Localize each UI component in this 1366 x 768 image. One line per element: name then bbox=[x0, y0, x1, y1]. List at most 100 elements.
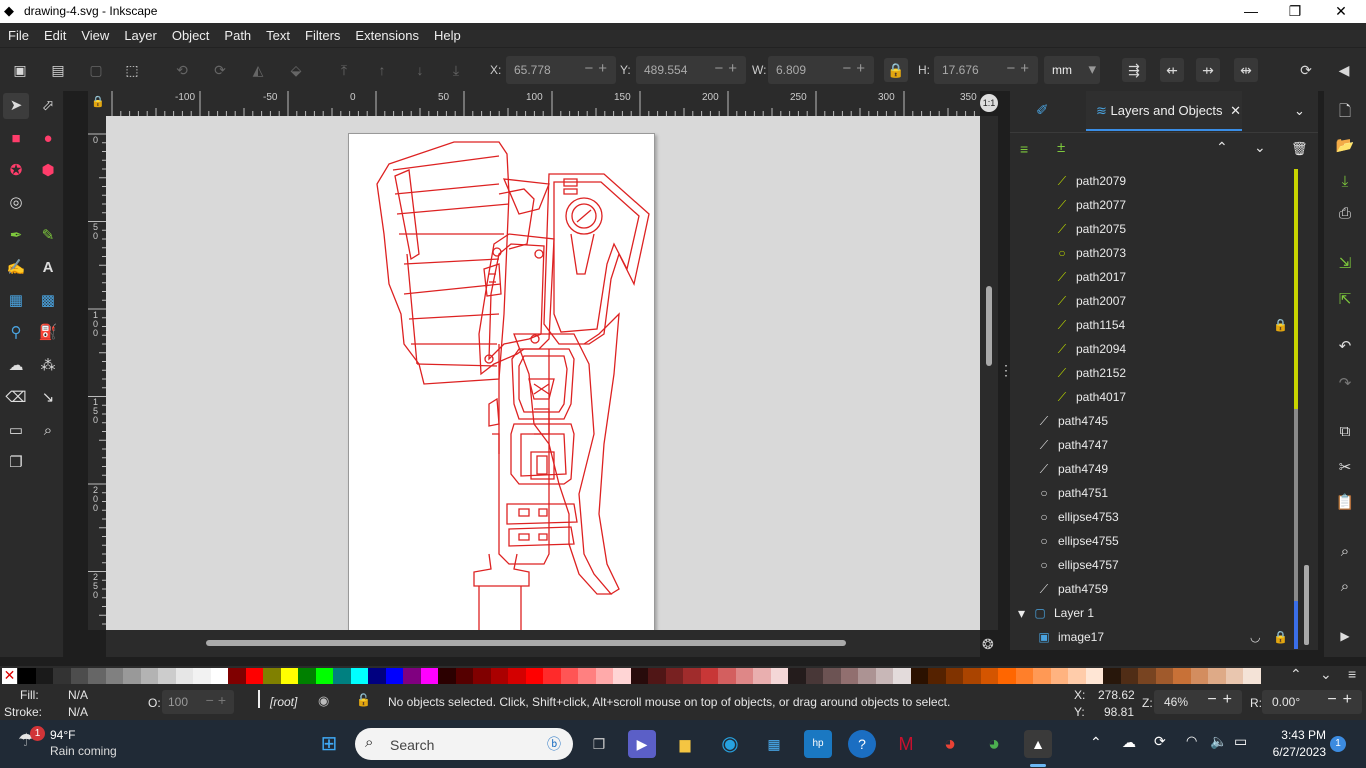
color-swatch[interactable] bbox=[228, 668, 246, 684]
print-icon[interactable]: ⎙ bbox=[1332, 201, 1358, 227]
color-swatch[interactable] bbox=[1138, 668, 1156, 684]
y-stepper-icon[interactable]: −+ bbox=[714, 60, 742, 77]
add-layer-icon[interactable]: ≡ bbox=[1020, 141, 1028, 157]
w-value[interactable]: 6.809 bbox=[776, 63, 806, 77]
color-swatch[interactable] bbox=[88, 668, 106, 684]
opacity-value[interactable]: 100 bbox=[168, 695, 188, 709]
color-swatch[interactable] bbox=[963, 668, 981, 684]
color-swatch[interactable] bbox=[280, 668, 298, 684]
layer-row[interactable]: ⟋ path4017 bbox=[1010, 385, 1306, 409]
horizontal-scrollbar[interactable]: ❂ bbox=[106, 630, 994, 657]
color-swatch[interactable] bbox=[105, 668, 123, 684]
flip-vertical-icon[interactable]: ⬙ bbox=[284, 58, 308, 82]
layer-row[interactable]: ⟋ path2017 bbox=[1010, 265, 1306, 289]
calligraphy-tool-icon[interactable]: ✍ bbox=[3, 255, 29, 281]
menu-edit[interactable]: Edit bbox=[36, 23, 73, 43]
pen-tool-icon[interactable]: ✒ bbox=[3, 223, 29, 249]
color-swatch[interactable] bbox=[1155, 668, 1173, 684]
layer-lock-icon[interactable]: 🔓 bbox=[356, 693, 371, 707]
zoom-tool-icon[interactable]: ⌕ bbox=[35, 418, 61, 444]
selector-tool-icon[interactable]: ➤ bbox=[3, 93, 29, 119]
color-swatch[interactable] bbox=[35, 668, 53, 684]
color-swatch[interactable] bbox=[315, 668, 333, 684]
color-swatch[interactable] bbox=[700, 668, 718, 684]
file-explorer-icon[interactable]: ▆ bbox=[671, 730, 699, 758]
layer-row[interactable]: ▾ ▢ Layer 1 bbox=[1010, 601, 1306, 625]
node-tool-icon[interactable]: ⬀ bbox=[35, 93, 61, 119]
unit-select[interactable]: mm ▾ bbox=[1044, 56, 1100, 84]
search-box[interactable]: ⌕ Search ⓑ bbox=[355, 728, 573, 760]
move-down-icon[interactable]: ⌄ bbox=[1254, 139, 1266, 156]
more-commands-icon[interactable]: ▶ bbox=[1332, 623, 1358, 649]
guide-lock-icon[interactable]: 🔒 bbox=[91, 95, 105, 108]
color-swatch[interactable] bbox=[595, 668, 613, 684]
color-swatch[interactable] bbox=[840, 668, 858, 684]
lock-icon[interactable]: 🔒 bbox=[1273, 313, 1288, 337]
bing-icon[interactable]: ⓑ bbox=[547, 734, 561, 754]
battery-icon[interactable]: ▭ bbox=[1234, 733, 1247, 750]
spray-tool-icon[interactable]: ⁂ bbox=[35, 353, 61, 379]
dropper-tool-icon[interactable]: ⚲ bbox=[3, 320, 29, 346]
volume-icon[interactable]: 🔈 bbox=[1210, 733, 1227, 750]
color-swatch[interactable] bbox=[385, 668, 403, 684]
delete-icon[interactable]: 🗑 bbox=[1291, 141, 1308, 157]
color-swatch[interactable] bbox=[175, 668, 193, 684]
open-file-icon[interactable]: 📂 bbox=[1332, 133, 1358, 159]
transform-gradients-icon[interactable]: ⇸ bbox=[1196, 58, 1220, 82]
onedrive-icon[interactable]: ☁ bbox=[1122, 734, 1136, 751]
layer-row[interactable]: ○ ellipse4755 bbox=[1010, 529, 1306, 553]
task-view-icon[interactable]: ❐ bbox=[585, 730, 613, 758]
eraser-tool-icon[interactable]: ⌫ bbox=[3, 385, 29, 411]
layer-row[interactable]: ⟋ path2007 bbox=[1010, 289, 1306, 313]
layer-row[interactable]: ⟋ path4749 bbox=[1010, 457, 1306, 481]
zoom-field[interactable]: 46% −+ bbox=[1154, 690, 1242, 714]
connector-tool-icon[interactable]: ↘ bbox=[35, 385, 61, 411]
import-icon[interactable]: ⇲ bbox=[1332, 251, 1358, 277]
layer-row[interactable]: ⟋ path4759 bbox=[1010, 577, 1306, 601]
color-swatch[interactable] bbox=[1050, 668, 1068, 684]
color-swatch[interactable] bbox=[18, 668, 36, 684]
help-icon[interactable]: ? bbox=[848, 730, 876, 758]
start-icon[interactable]: ⊞ bbox=[315, 730, 343, 758]
ellipse-tool-icon[interactable]: ● bbox=[35, 126, 61, 152]
color-swatch[interactable] bbox=[1208, 668, 1226, 684]
layer-row[interactable]: ○ ellipse4757 bbox=[1010, 553, 1306, 577]
mesh-tool-icon[interactable]: ▩ bbox=[35, 288, 61, 314]
h-field[interactable]: H: 17.676 −+ bbox=[918, 56, 1038, 84]
layer-row[interactable]: ⟋ path4747 bbox=[1010, 433, 1306, 457]
color-swatch[interactable] bbox=[53, 668, 71, 684]
redo-icon[interactable]: ↷ bbox=[1332, 371, 1358, 397]
h-value[interactable]: 17.676 bbox=[942, 63, 979, 77]
stroke-value[interactable]: N/A bbox=[68, 705, 88, 719]
menu-object[interactable]: Object bbox=[164, 23, 217, 43]
layer-row[interactable]: ⟋ path2077 bbox=[1010, 193, 1306, 217]
scale-stroke-icon[interactable]: ⇶ bbox=[1122, 58, 1146, 82]
rotation-stepper-icon[interactable]: −+ bbox=[1327, 691, 1358, 709]
layer-row[interactable]: ⟋ path2094 bbox=[1010, 337, 1306, 361]
color-swatch[interactable] bbox=[368, 668, 386, 684]
rotate-ccw-icon[interactable]: ⟲ bbox=[170, 58, 194, 82]
color-swatch[interactable] bbox=[123, 668, 141, 684]
color-swatch[interactable] bbox=[805, 668, 823, 684]
zoom-1to1-icon[interactable]: 1:1 bbox=[980, 94, 998, 112]
layer-row[interactable]: ○ ellipse4753 bbox=[1010, 505, 1306, 529]
pages-tool-icon[interactable]: ❐ bbox=[3, 450, 29, 476]
opacity-stepper-icon[interactable]: −+ bbox=[206, 692, 230, 708]
tray-chevron-icon[interactable]: ⌃ bbox=[1090, 734, 1102, 751]
w-field[interactable]: W: 6.809 −+ bbox=[752, 56, 874, 84]
color-swatch[interactable] bbox=[1085, 668, 1103, 684]
color-swatch[interactable] bbox=[1033, 668, 1051, 684]
color-swatch[interactable] bbox=[613, 668, 631, 684]
move-up-icon[interactable]: ⌃ bbox=[1216, 139, 1228, 156]
color-manage-icon[interactable]: ❂ bbox=[982, 636, 994, 653]
undo-icon[interactable]: ↶ bbox=[1332, 334, 1358, 360]
layer-row[interactable]: ⟋ path1154 🔒 bbox=[1010, 313, 1306, 337]
color-swatch[interactable] bbox=[473, 668, 491, 684]
deselect-icon[interactable]: ▢ bbox=[84, 58, 108, 82]
color-swatch[interactable] bbox=[735, 668, 753, 684]
color-swatch[interactable] bbox=[1225, 668, 1243, 684]
color-swatch[interactable] bbox=[438, 668, 456, 684]
palette-scroll-down-icon[interactable]: ⌄ bbox=[1320, 666, 1332, 683]
rotation-value[interactable]: 0.00° bbox=[1272, 695, 1300, 709]
color-swatch[interactable] bbox=[420, 668, 438, 684]
